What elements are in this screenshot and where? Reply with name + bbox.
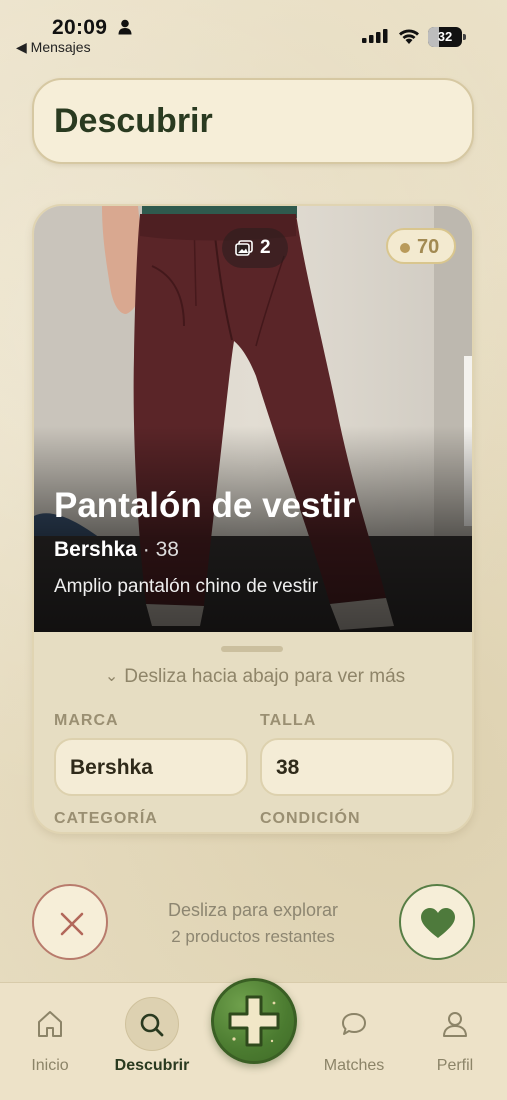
- user-icon: [443, 1012, 467, 1037]
- chat-icon: [342, 1013, 366, 1035]
- product-size: 38: [155, 538, 179, 561]
- points-badge: 70: [386, 228, 456, 264]
- chevron-down-icon: ⌄: [104, 668, 119, 685]
- status-bar: 20:09 ◀ Mensajes 32: [0, 0, 507, 60]
- tab-label-inicio: Inicio: [31, 1057, 69, 1074]
- photo-count: 2: [260, 237, 271, 258]
- tab-label-matches: Matches: [323, 1057, 385, 1074]
- tab-perfil[interactable]: Perfil: [410, 983, 500, 1100]
- swipe-down-hint: ⌄ Desliza hacia abajo para ver más: [34, 666, 472, 688]
- battery-level: 32: [437, 29, 453, 44]
- tab-label-descubrir: Descubrir: [114, 1057, 190, 1074]
- tab-label-perfil: Perfil: [436, 1057, 474, 1074]
- heart-icon: [421, 908, 455, 938]
- tab-matches[interactable]: Matches: [309, 983, 399, 1100]
- drag-handle[interactable]: [221, 646, 283, 652]
- remaining-count: 2 productos restantes: [171, 927, 335, 946]
- points-value: 70: [417, 236, 440, 258]
- condition-field-label: CONDICIÓN: [260, 810, 361, 827]
- product-photo[interactable]: 2 70 Pantalón de vestir Bershka · 38 Amp…: [34, 206, 472, 632]
- reject-button[interactable]: [32, 884, 108, 960]
- image-gallery-icon: [235, 240, 253, 256]
- explore-hint: Desliza para explorar: [167, 900, 339, 920]
- add-product-button[interactable]: [211, 978, 297, 1064]
- search-icon: [140, 1013, 164, 1037]
- wifi-icon: [399, 29, 419, 44]
- tab-descubrir[interactable]: Descubrir: [107, 983, 197, 1100]
- close-icon: [60, 912, 84, 936]
- photo-count-badge: 2: [222, 228, 288, 268]
- separator-dot: ·: [136, 538, 156, 561]
- brand-field-value: Bershka: [54, 738, 248, 796]
- back-to-app-link[interactable]: ◀ Mensajes: [16, 39, 91, 56]
- product-title: Pantalón de vestir: [54, 486, 356, 525]
- battery-indicator: 32: [428, 27, 466, 47]
- cellular-signal-icon: [362, 29, 388, 43]
- coin-icon: [400, 243, 410, 253]
- size-field-label: TALLA: [260, 712, 317, 729]
- page-title: Descubrir: [54, 102, 213, 140]
- category-field-label: CATEGORÍA: [54, 810, 158, 827]
- size-field-value: 38: [260, 738, 454, 796]
- product-card[interactable]: 2 70 Pantalón de vestir Bershka · 38 Amp…: [32, 204, 474, 834]
- product-brand: Bershka: [54, 538, 137, 561]
- tab-inicio[interactable]: Inicio: [5, 983, 95, 1100]
- like-button[interactable]: [399, 884, 475, 960]
- status-time: 20:09: [52, 16, 108, 39]
- product-description: Amplio pantalón chino de vestir: [54, 576, 319, 597]
- product-brand-size: Bershka · 38: [54, 538, 179, 562]
- home-icon: [38, 1011, 62, 1037]
- person-icon: [118, 19, 132, 35]
- plus-icon: [228, 995, 280, 1047]
- brand-field-label: MARCA: [54, 712, 119, 729]
- header-card: Descubrir: [32, 78, 474, 164]
- swipe-hint-text: Desliza hacia abajo para ver más: [124, 666, 406, 687]
